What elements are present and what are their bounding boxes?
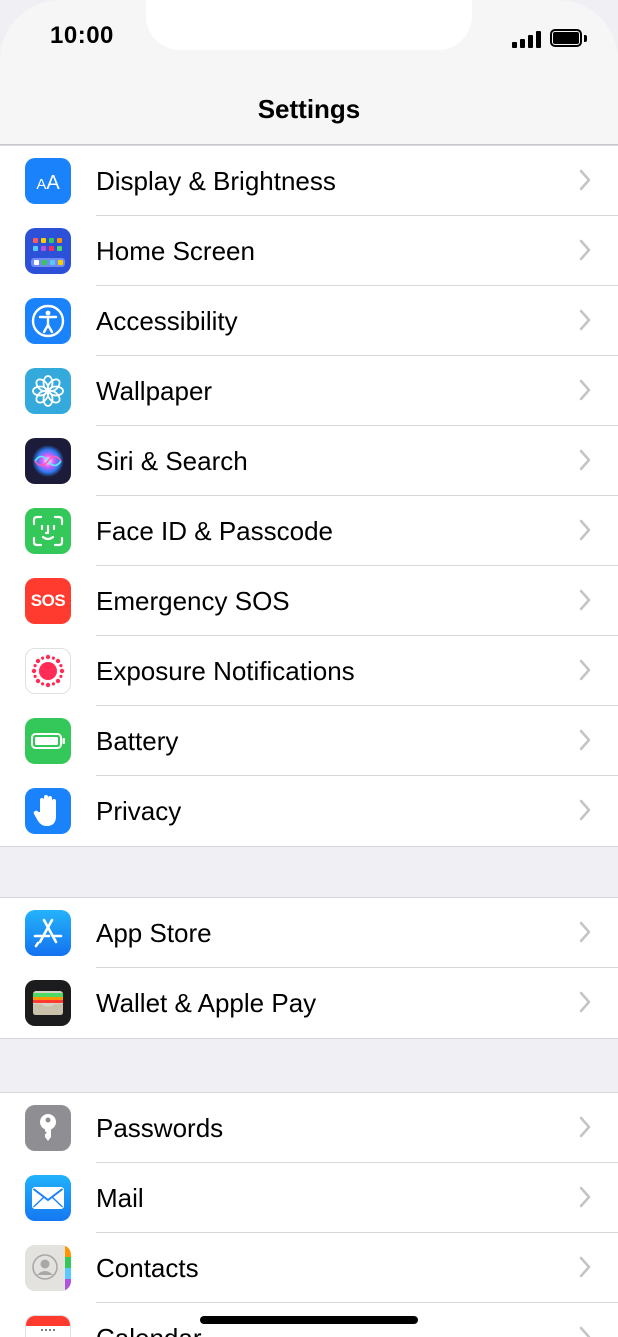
settings-row-label: Wallpaper [96,376,213,406]
settings-row-label: Calendar [96,1323,202,1337]
sos-icon-text: SOS [30,591,66,610]
settings-row-emergency-sos[interactable]: SOS Emergency SOS [0,566,618,636]
chevron-right-icon [579,1116,591,1138]
siri-icon [25,438,71,484]
accessibility-icon [25,298,71,344]
settings-group-accounts: Passwords Mail Contacts [0,1092,618,1337]
settings-row-label: Passwords [96,1113,224,1143]
chevron-right-icon [579,169,591,191]
settings-group-general: AA Display & Brightness Home Screen Acce… [0,145,618,847]
chevron-right-icon [579,239,591,261]
app-store-icon [25,910,71,956]
settings-row-label: Contacts [96,1253,199,1283]
settings-row-label: Face ID & Passcode [96,516,333,546]
battery-icon [25,718,71,764]
contacts-icon [25,1245,71,1291]
settings-group-store-wallet: App Store Wallet & Apple Pay [0,897,618,1039]
settings-row-face-id-passcode[interactable]: Face ID & Passcode [0,496,618,566]
chevron-right-icon [579,379,591,401]
calendar-icon [25,1315,71,1337]
page-title: Settings [257,94,361,124]
settings-row-label: Home Screen [96,236,255,266]
exposure-icon [25,648,71,694]
status-bar: 10:00 [0,0,618,80]
settings-row-label: Display & Brightness [96,166,336,196]
chevron-right-icon [579,519,591,541]
settings-row-mail[interactable]: Mail [0,1163,618,1233]
settings-row-label: Exposure Notifications [96,656,355,686]
wallet-icon [25,980,71,1026]
settings-row-exposure-notifications[interactable]: Exposure Notifications [0,636,618,706]
settings-row-app-store[interactable]: App Store [0,898,618,968]
chevron-right-icon [579,589,591,611]
settings-row-wallpaper[interactable]: Wallpaper [0,356,618,426]
settings-row-label: Accessibility [96,306,238,336]
chevron-right-icon [579,659,591,681]
key-icon [25,1105,71,1151]
chevron-right-icon [579,1186,591,1208]
display-brightness-icon: AA [25,158,71,204]
battery-status-icon [550,29,587,47]
chevron-right-icon [579,309,591,331]
chevron-right-icon [579,991,591,1013]
notch [146,0,472,50]
settings-row-siri-search[interactable]: Siri & Search [0,426,618,496]
settings-row-label: Mail [96,1183,144,1213]
settings-row-wallet-apple-pay[interactable]: Wallet & Apple Pay [0,968,618,1038]
settings-screen: 10:00 Settings AA Display & Brightness H… [0,0,618,1337]
settings-row-battery[interactable]: Battery [0,706,618,776]
home-screen-icon [25,228,71,274]
face-id-icon [25,508,71,554]
settings-row-contacts[interactable]: Contacts [0,1233,618,1303]
settings-row-home-screen[interactable]: Home Screen [0,216,618,286]
chevron-right-icon [579,799,591,821]
chevron-right-icon [579,449,591,471]
chevron-right-icon [579,729,591,751]
sos-icon: SOS [25,578,71,624]
settings-row-label: Privacy [96,796,182,826]
settings-row-passwords[interactable]: Passwords [0,1093,618,1163]
chevron-right-icon [579,1256,591,1278]
settings-row-label: App Store [96,918,212,948]
chevron-right-icon [579,1326,591,1337]
settings-row-privacy[interactable]: Privacy [0,776,618,846]
settings-row-label: Emergency SOS [96,586,290,616]
settings-row-label: Battery [96,726,179,756]
wallpaper-icon [25,368,71,414]
navigation-bar: Settings [0,80,618,145]
settings-row-display-brightness[interactable]: AA Display & Brightness [0,146,618,216]
svg-text:AA: AA [36,172,60,194]
status-time: 10:00 [50,22,114,49]
home-indicator[interactable] [200,1316,418,1324]
chevron-right-icon [579,921,591,943]
settings-row-label: Siri & Search [96,446,248,476]
hand-icon [25,788,71,834]
settings-row-accessibility[interactable]: Accessibility [0,286,618,356]
mail-icon [25,1175,71,1221]
cellular-signal-icon [512,30,542,48]
settings-row-label: Wallet & Apple Pay [96,988,317,1018]
